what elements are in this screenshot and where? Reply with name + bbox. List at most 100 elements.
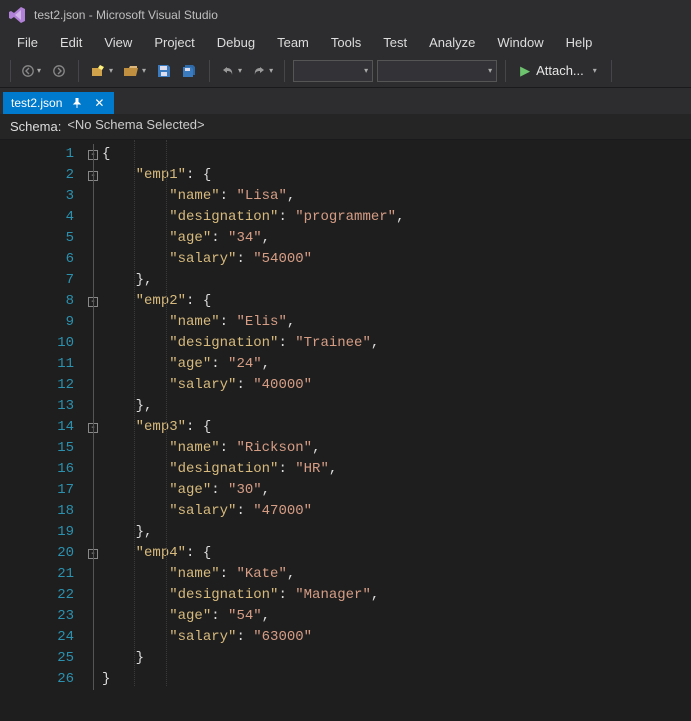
indent-guide: [166, 140, 167, 686]
code-line[interactable]: "designation": "programmer",: [102, 207, 691, 228]
line-number: 16: [0, 459, 74, 480]
code-line[interactable]: "emp2": {: [102, 291, 691, 312]
menu-project[interactable]: Project: [143, 32, 205, 53]
line-number: 25: [0, 648, 74, 669]
schema-select[interactable]: <No Schema Selected>: [67, 117, 681, 137]
toolbar: ▾ ▾ ▾ ▾ ▾ ▾ ▾ ▶ Attach... ▾: [0, 54, 691, 88]
code-line[interactable]: },: [102, 270, 691, 291]
line-number: 4: [0, 207, 74, 228]
code-line[interactable]: "emp4": {: [102, 543, 691, 564]
line-number: 5: [0, 228, 74, 249]
code-line[interactable]: "salary": "47000": [102, 501, 691, 522]
nav-fwd-button[interactable]: [48, 60, 70, 82]
vs-logo-icon: [8, 6, 26, 24]
code-area[interactable]: { "emp1": { "name": "Lisa", "designation…: [102, 140, 691, 721]
menu-view[interactable]: View: [93, 32, 143, 53]
line-number: 6: [0, 249, 74, 270]
line-number: 24: [0, 627, 74, 648]
toolbar-separator: [611, 60, 612, 82]
code-line[interactable]: "salary": "63000": [102, 627, 691, 648]
redo-button[interactable]: ▾: [249, 60, 276, 82]
code-editor[interactable]: 1234567891011121314151617181920212223242…: [0, 140, 691, 721]
code-line[interactable]: "salary": "40000": [102, 375, 691, 396]
menu-file[interactable]: File: [6, 32, 49, 53]
code-line[interactable]: "name": "Lisa",: [102, 186, 691, 207]
fold-toggle[interactable]: -: [88, 297, 98, 307]
schemabar: Schema: <No Schema Selected>: [0, 114, 691, 140]
menu-debug[interactable]: Debug: [206, 32, 266, 53]
menu-test[interactable]: Test: [372, 32, 418, 53]
line-number: 26: [0, 669, 74, 690]
code-line[interactable]: "age": "34",: [102, 228, 691, 249]
line-number: 13: [0, 396, 74, 417]
fold-toggle[interactable]: -: [88, 150, 98, 160]
code-line[interactable]: "designation": "HR",: [102, 459, 691, 480]
tab-test2-json[interactable]: test2.json ✕: [3, 92, 114, 114]
fold-toggle[interactable]: -: [88, 171, 98, 181]
code-line[interactable]: "emp1": {: [102, 165, 691, 186]
code-line[interactable]: "designation": "Trainee",: [102, 333, 691, 354]
attach-label: Attach...: [536, 63, 584, 78]
line-number: 3: [0, 186, 74, 207]
menu-tools[interactable]: Tools: [320, 32, 372, 53]
code-line[interactable]: },: [102, 522, 691, 543]
line-number: 12: [0, 375, 74, 396]
menu-team[interactable]: Team: [266, 32, 320, 53]
attach-button[interactable]: ▶ Attach... ▾: [514, 59, 603, 83]
toolbar-separator: [284, 60, 285, 82]
line-number-gutter: 1234567891011121314151617181920212223242…: [0, 140, 84, 721]
line-number: 15: [0, 438, 74, 459]
line-number: 21: [0, 564, 74, 585]
undo-button[interactable]: ▾: [218, 60, 245, 82]
tab-label: test2.json: [11, 96, 62, 110]
code-line[interactable]: "name": "Elis",: [102, 312, 691, 333]
save-all-button[interactable]: [179, 60, 201, 82]
code-line[interactable]: "name": "Kate",: [102, 564, 691, 585]
menu-help[interactable]: Help: [555, 32, 604, 53]
code-line[interactable]: "age": "30",: [102, 480, 691, 501]
toolbar-separator: [209, 60, 210, 82]
line-number: 22: [0, 585, 74, 606]
code-line[interactable]: "name": "Rickson",: [102, 438, 691, 459]
pin-icon[interactable]: [70, 96, 84, 110]
code-line[interactable]: },: [102, 396, 691, 417]
code-line[interactable]: }: [102, 648, 691, 669]
solution-config-dropdown[interactable]: ▾: [293, 60, 373, 82]
titlebar: test2.json - Microsoft Visual Studio: [0, 0, 691, 30]
line-number: 17: [0, 480, 74, 501]
new-project-button[interactable]: ▾: [87, 60, 116, 82]
code-line[interactable]: "age": "24",: [102, 354, 691, 375]
line-number: 7: [0, 270, 74, 291]
tabstrip: test2.json ✕: [0, 88, 691, 114]
fold-toggle[interactable]: -: [88, 423, 98, 433]
line-number: 9: [0, 312, 74, 333]
close-icon[interactable]: ✕: [92, 96, 106, 110]
menubar: FileEditViewProjectDebugTeamToolsTestAna…: [0, 30, 691, 54]
line-number: 8: [0, 291, 74, 312]
menu-edit[interactable]: Edit: [49, 32, 93, 53]
open-file-button[interactable]: ▾: [120, 60, 149, 82]
line-number: 20: [0, 543, 74, 564]
fold-toggle[interactable]: -: [88, 549, 98, 559]
code-line[interactable]: "salary": "54000": [102, 249, 691, 270]
code-line[interactable]: "emp3": {: [102, 417, 691, 438]
code-line[interactable]: "age": "54",: [102, 606, 691, 627]
nav-back-button[interactable]: ▾: [19, 60, 44, 82]
toolbar-separator: [78, 60, 79, 82]
code-line[interactable]: {: [102, 144, 691, 165]
line-number: 14: [0, 417, 74, 438]
menu-window[interactable]: Window: [486, 32, 554, 53]
code-line[interactable]: }: [102, 669, 691, 690]
line-number: 11: [0, 354, 74, 375]
line-number: 23: [0, 606, 74, 627]
line-number: 2: [0, 165, 74, 186]
line-number: 1: [0, 144, 74, 165]
solution-platform-dropdown[interactable]: ▾: [377, 60, 497, 82]
fold-column: - - - - -: [84, 140, 102, 721]
toolbar-separator: [10, 60, 11, 82]
line-number: 19: [0, 522, 74, 543]
save-button[interactable]: [153, 60, 175, 82]
menu-analyze[interactable]: Analyze: [418, 32, 486, 53]
line-number: 10: [0, 333, 74, 354]
code-line[interactable]: "designation": "Manager",: [102, 585, 691, 606]
